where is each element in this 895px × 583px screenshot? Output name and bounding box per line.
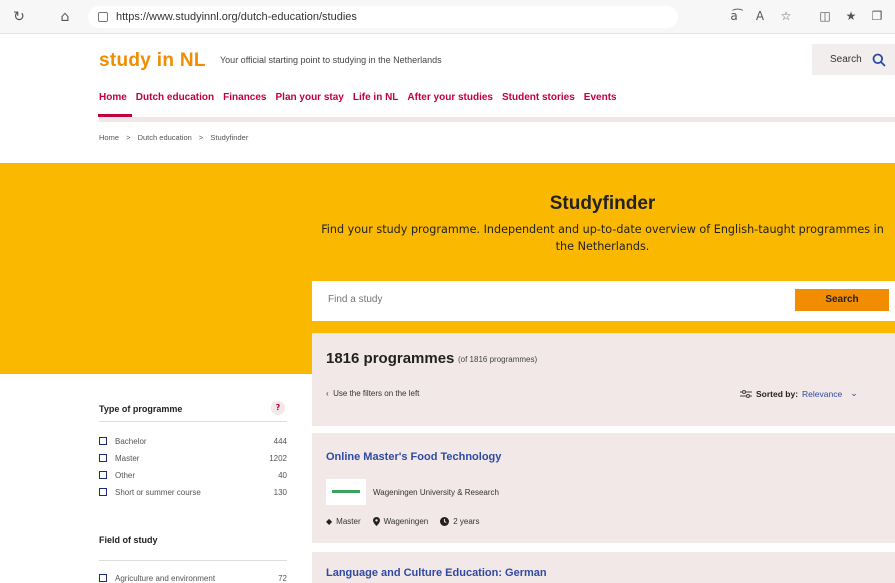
chevron-left-icon: ‹	[326, 389, 329, 398]
filters-hint-text: Use the filters on the left	[333, 389, 420, 398]
checkbox[interactable]	[99, 574, 107, 582]
help-icon[interactable]: ?	[271, 401, 285, 415]
filter-option-label: Short or summer course	[115, 487, 201, 497]
url-text: https://www.studyinnl.org/dutch-educatio…	[116, 11, 357, 23]
filter-option-label: Bachelor	[115, 436, 147, 446]
site-tagline: Your official starting point to studying…	[220, 55, 442, 65]
favorite-icon[interactable]: ☆	[778, 9, 794, 23]
filter-option-bachelor[interactable]: Bachelor 444	[99, 434, 287, 448]
filter-option-label: Master	[115, 453, 140, 463]
lock-icon	[98, 12, 108, 22]
hero-subtitle: Find your study programme. Independent a…	[321, 223, 884, 253]
sliders-icon	[740, 389, 752, 398]
nav-item-plan-your-stay[interactable]: Plan your stay	[276, 92, 344, 103]
search-button[interactable]: Search	[795, 289, 889, 311]
filter-divider	[99, 560, 287, 561]
programme-title[interactable]: Language and Culture Education: German	[326, 567, 547, 579]
filter-type-title: Type of programme	[99, 404, 183, 414]
programme-city: Wageningen	[372, 517, 429, 526]
text-size-icon[interactable]: A	[752, 9, 768, 23]
search-icon	[872, 53, 886, 67]
programme-level-text: Master	[336, 517, 361, 526]
breadcrumb-separator: >	[198, 133, 204, 142]
read-aloud-icon[interactable]: a͡	[726, 9, 742, 23]
filter-divider	[99, 421, 287, 422]
sort-value: Relevance	[802, 388, 843, 399]
nav-item-after-your-studies[interactable]: After your studies	[407, 92, 493, 103]
filter-option-count: 72	[278, 573, 287, 583]
nav-item-student-stories[interactable]: Student stories	[502, 92, 575, 103]
programme-level: ◆ Master	[326, 517, 361, 526]
favorites-icon[interactable]: ★	[843, 9, 859, 23]
main-navigation: Home Dutch education Finances Plan your …	[99, 92, 626, 103]
filter-option-count: 1202	[269, 453, 287, 463]
breadcrumb-home[interactable]: Home	[99, 133, 119, 142]
results-count: 1816 programmes	[326, 350, 455, 367]
address-bar[interactable]: https://www.studyinnl.org/dutch-educatio…	[88, 6, 678, 28]
checkbox[interactable]	[99, 488, 107, 496]
breadcrumb: Home > Dutch education > Studyfinder	[99, 133, 253, 142]
programme-meta: ◆ Master Wageningen 2 years	[326, 517, 479, 526]
filter-option-count: 130	[273, 487, 287, 497]
collections-icon[interactable]: ❐	[869, 9, 885, 23]
filter-option-count: 444	[273, 436, 287, 446]
home-icon[interactable]: ⌂	[56, 8, 74, 26]
refresh-icon[interactable]: ↻	[10, 8, 28, 26]
filter-option-count: 40	[278, 470, 287, 480]
sort-dropdown[interactable]: Sorted by: Relevance ⌄	[740, 388, 858, 399]
results-total: (of 1816 programmes)	[458, 355, 538, 364]
filter-option-other[interactable]: Other 40	[99, 468, 287, 482]
header-search-label: Search	[830, 54, 862, 65]
filter-field-title: Field of study	[99, 535, 158, 545]
checkbox[interactable]	[99, 454, 107, 462]
page-title: Studyfinder	[549, 193, 656, 214]
nav-item-dutch-education[interactable]: Dutch education	[136, 92, 214, 103]
sort-label: Sorted by:	[756, 388, 799, 399]
breadcrumb-dutch-education[interactable]: Dutch education	[138, 133, 192, 142]
chevron-down-icon: ⌄	[850, 388, 858, 398]
clock-icon	[440, 517, 450, 526]
study-search-input[interactable]	[328, 294, 728, 305]
programme-duration: 2 years	[440, 517, 479, 526]
browser-toolbar: ↻ ⌂ https://www.studyinnl.org/dutch-educ…	[0, 0, 895, 34]
filter-option-label: Agriculture and environment	[115, 573, 216, 583]
filters-hint: ‹ Use the filters on the left	[326, 389, 419, 398]
results-header	[312, 333, 895, 426]
filter-option-agriculture[interactable]: Agriculture and environment 72	[99, 571, 287, 583]
breadcrumb-separator: >	[126, 133, 131, 142]
breadcrumb-current: Studyfinder	[210, 133, 249, 142]
filter-option-master[interactable]: Master 1202	[99, 451, 287, 465]
graduation-cap-icon: ◆	[326, 517, 333, 526]
nav-item-events[interactable]: Events	[584, 92, 617, 103]
nav-item-home[interactable]: Home	[99, 92, 127, 103]
programme-city-text: Wageningen	[383, 517, 429, 526]
programme-title[interactable]: Online Master's Food Technology	[326, 451, 501, 463]
institution-logo	[326, 479, 366, 505]
institution-name: Wageningen University & Research	[373, 488, 499, 497]
filter-option-short-course[interactable]: Short or summer course 130	[99, 485, 287, 499]
checkbox[interactable]	[99, 471, 107, 479]
nav-item-life-in-nl[interactable]: Life in NL	[353, 92, 399, 103]
checkbox[interactable]	[99, 437, 107, 445]
programme-duration-text: 2 years	[453, 517, 480, 526]
header-search-button[interactable]: Search	[812, 44, 895, 75]
nav-item-finances[interactable]: Finances	[223, 92, 266, 103]
split-screen-icon[interactable]: ◫	[817, 9, 833, 23]
location-pin-icon	[372, 517, 380, 526]
nav-divider	[99, 117, 895, 122]
filter-option-label: Other	[115, 470, 136, 480]
site-logo[interactable]: study in NL	[99, 50, 206, 72]
